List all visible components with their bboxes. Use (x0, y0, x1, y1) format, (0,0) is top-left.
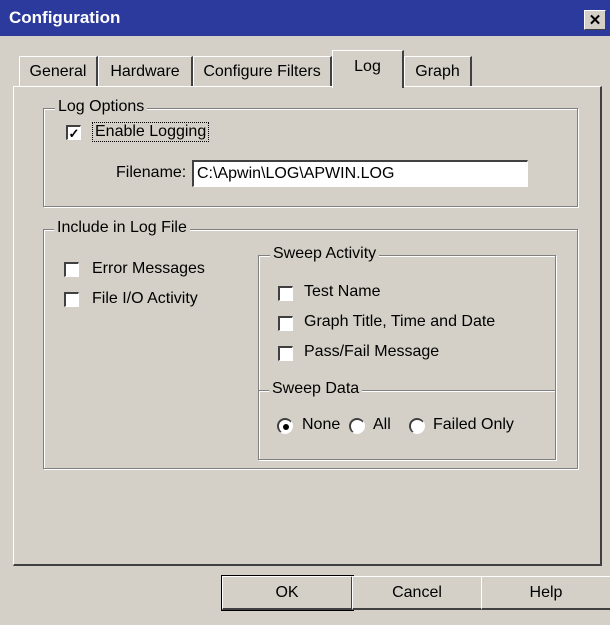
help-button[interactable]: Help (481, 576, 610, 610)
radio-selected-dot (282, 423, 289, 430)
radio-failed-only-label[interactable]: Failed Only (433, 416, 514, 434)
test-name-checkbox[interactable] (278, 286, 293, 301)
tab-graph[interactable]: Graph (404, 56, 472, 86)
window-title: Configuration (9, 8, 121, 27)
graph-title-checkbox[interactable] (278, 316, 293, 331)
title-bar[interactable]: Configuration ✕ (0, 0, 610, 36)
error-messages-label[interactable]: Error Messages (92, 260, 205, 278)
filename-field[interactable] (192, 160, 528, 187)
radio-none-label[interactable]: Nonе (302, 416, 340, 434)
sweep-data-legend: Sweep Data (269, 380, 363, 398)
graph-title-label[interactable]: Graph Title, Time and Date (304, 313, 495, 331)
include-log-legend: Include in Log File (54, 219, 190, 237)
file-io-checkbox[interactable] (64, 292, 79, 307)
file-io-label[interactable]: File I/O Activity (92, 290, 198, 308)
log-options-legend: Log Options (55, 98, 148, 116)
radio-all-label[interactable]: All (373, 416, 391, 434)
tab-hardware[interactable]: Hardware (98, 56, 193, 86)
sweep-activity-legend: Sweep Activity (270, 245, 380, 263)
close-icon[interactable]: ✕ (584, 10, 606, 30)
radio-all[interactable] (349, 418, 365, 434)
tab-general[interactable]: General (19, 56, 98, 86)
radio-none[interactable] (277, 418, 293, 434)
cancel-button[interactable]: Cancel (352, 576, 483, 610)
ok-button[interactable]: OK (221, 575, 354, 611)
tab-log[interactable]: Log (332, 50, 404, 88)
filename-label: Filename: (116, 164, 187, 181)
enable-logging-label[interactable]: Enable Logging (92, 122, 210, 142)
test-name-label[interactable]: Test Name (304, 283, 380, 301)
error-messages-checkbox[interactable] (64, 262, 79, 277)
pass-fail-label[interactable]: Pass/Fail Message (304, 343, 439, 361)
checkmark-icon: ✓ (68, 125, 80, 141)
tab-configure-filters[interactable]: Configure Filters (193, 56, 332, 86)
pass-fail-checkbox[interactable] (278, 346, 293, 361)
radio-failed-only[interactable] (409, 418, 425, 434)
enable-logging-checkbox[interactable]: ✓ (66, 125, 81, 140)
